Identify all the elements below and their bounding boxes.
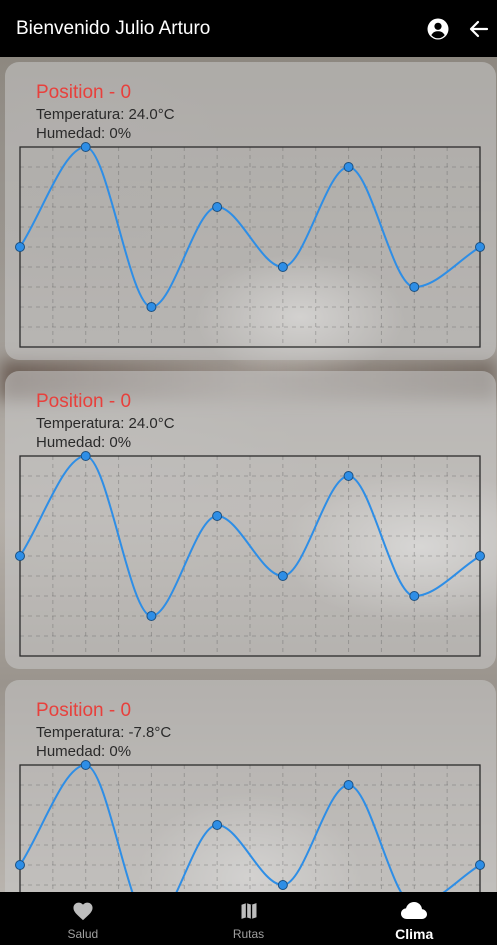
heart-icon — [72, 901, 94, 926]
bottom-navigation: Salud Rutas Clima — [0, 892, 497, 945]
weather-card[interactable]: Position - 0 Temperatura: 24.0°C Humedad… — [5, 62, 496, 360]
map-icon — [239, 901, 259, 926]
chart-point — [212, 511, 223, 521]
chart-point — [15, 551, 25, 561]
chart-point — [277, 880, 288, 890]
chart-point — [409, 591, 420, 601]
chart-point — [212, 202, 223, 212]
nav-label: Salud — [67, 926, 99, 941]
chart-grid — [20, 456, 480, 656]
arrow-left-icon[interactable] — [467, 17, 491, 41]
chart-point — [80, 451, 91, 461]
weather-card[interactable]: Position - 0 Temperatura: 24.0°C Humedad… — [5, 371, 496, 669]
nav-label: Clima — [395, 925, 434, 942]
nav-item-salud[interactable]: Salud — [0, 892, 166, 945]
nav-item-rutas[interactable]: Rutas — [166, 892, 332, 945]
cloud-icon — [400, 900, 428, 925]
chart-point — [212, 820, 223, 830]
app-frame: Bienvenido Julio Arturo Position - 0 Tem… — [0, 0, 497, 945]
chart-point — [80, 760, 91, 770]
page-title: Bienvenido Julio Arturo — [16, 17, 211, 39]
nav-label: Rutas — [232, 926, 265, 941]
chart-point — [475, 551, 485, 561]
weather-card-list[interactable]: Position - 0 Temperatura: 24.0°C Humedad… — [0, 57, 497, 892]
chart-point — [409, 282, 420, 292]
chart-point — [343, 471, 354, 481]
chart-point — [15, 242, 25, 252]
temperature-chart — [15, 142, 485, 348]
chart-point — [80, 142, 91, 152]
weather-card[interactable]: Position - 0 Temperatura: -7.8°C Humedad… — [5, 680, 496, 892]
chart-point — [15, 860, 25, 870]
account-circle-icon[interactable] — [426, 17, 450, 41]
chart-point — [475, 242, 485, 252]
chart-grid — [20, 147, 480, 347]
app-bar: Bienvenido Julio Arturo — [0, 0, 497, 57]
chart-point — [475, 860, 485, 870]
chart-point — [146, 611, 157, 621]
chart-grid — [20, 765, 480, 892]
temperature-chart — [15, 451, 485, 657]
nav-item-clima[interactable]: Clima — [331, 892, 497, 945]
chart-point — [343, 162, 354, 172]
chart-point — [277, 262, 288, 272]
temperature-chart — [15, 760, 485, 892]
chart-point — [277, 571, 288, 581]
chart-point — [343, 780, 354, 790]
chart-point — [146, 302, 157, 312]
